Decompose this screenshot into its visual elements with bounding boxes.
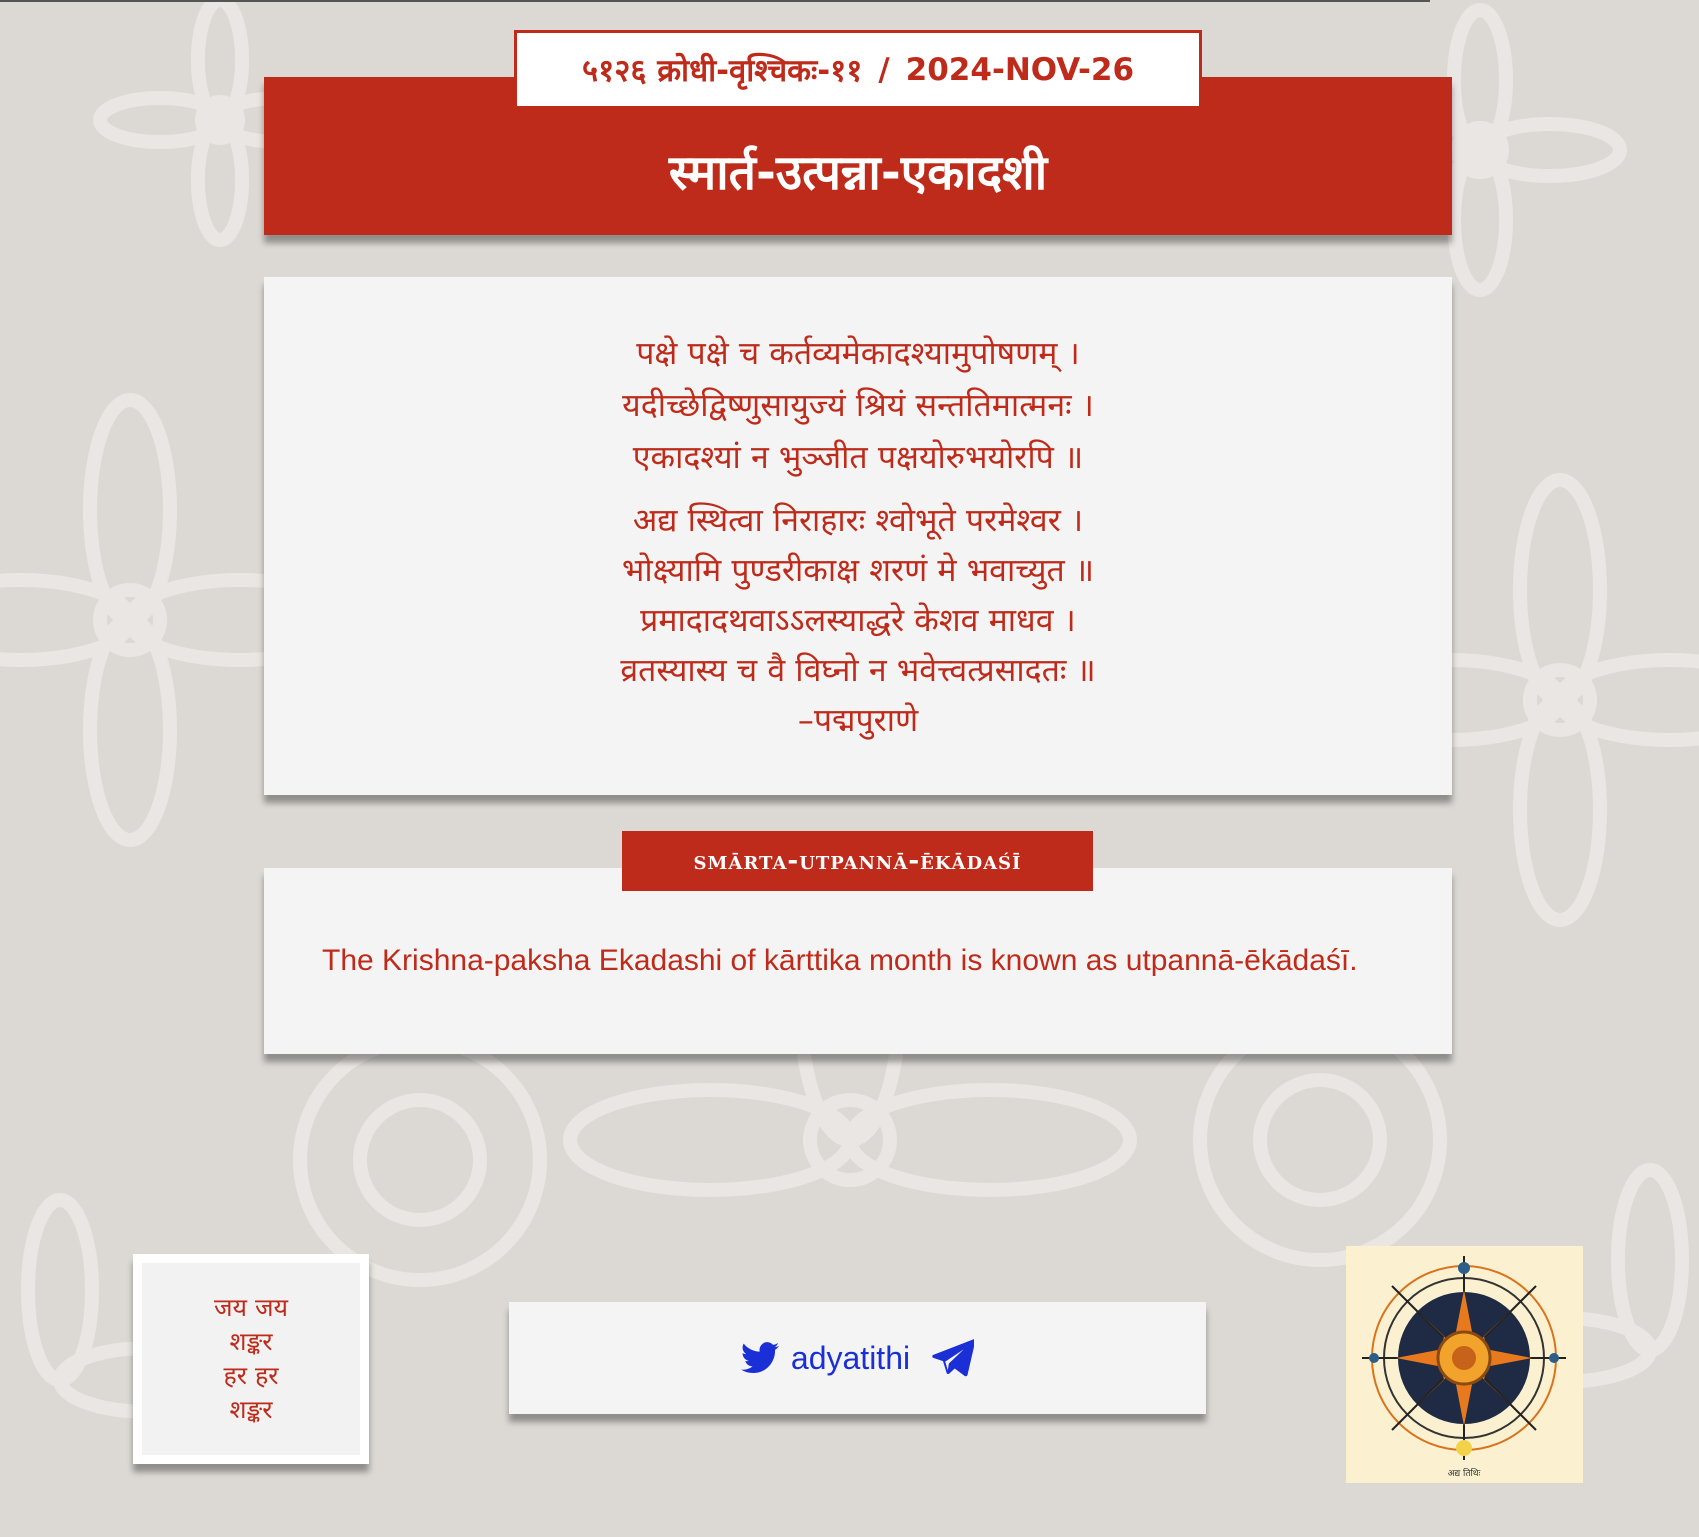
description-card: The Krishna-paksha Ekadashi of kārttika … xyxy=(264,868,1452,1054)
gregorian-date: 2024-NOV-26 xyxy=(905,51,1135,88)
jaya-line: शङ्कर xyxy=(229,1395,273,1424)
verse-line: पक्षे पक्षे च कर्तव्यमेकादश्यामुपोषणम् । xyxy=(636,334,1080,372)
date-separator: / xyxy=(878,51,890,88)
twitter-icon[interactable] xyxy=(740,1342,779,1374)
verse-stanza-2: अद्य स्थित्वा निराहारः श्वोभूते परमेश्वर… xyxy=(264,495,1452,745)
jaya-shankara-text: जय जय शङ्कर हर हर शङ्कर xyxy=(142,1263,360,1455)
date-box: ५१२६ क्रोधी-वृश्चिकः-११ / 2024-NOV-26 xyxy=(514,30,1202,109)
jaya-line: हर हर xyxy=(223,1361,279,1390)
logo-caption: अद्य तिथिः xyxy=(1448,1467,1481,1479)
top-border-line xyxy=(0,0,1430,2)
verse-source: –पद्मपुराणे xyxy=(797,701,919,739)
verse-line: अद्य स्थित्वा निराहारः श्वोभूते परमेश्वर… xyxy=(632,501,1084,539)
description-text: The Krishna-paksha Ekadashi of kārttika … xyxy=(322,944,1358,977)
verse-line: प्रमादादथवाऽऽलस्याद्धरे केशव माधव । xyxy=(640,601,1076,639)
adyatithi-logo: अद्य तिथिः xyxy=(1346,1246,1583,1483)
verse-line: एकादश्यां न भुञ्जीत पक्षयोरुभयोरपि ॥ xyxy=(632,438,1084,476)
jaya-line: जय जय xyxy=(213,1293,289,1322)
social-card: adyatithi xyxy=(509,1302,1206,1414)
samvat-date: ५१२६ क्रोधी-वृश्चिकः-११ xyxy=(581,52,863,89)
jaya-line: शङ्कर xyxy=(229,1327,273,1356)
verse-stanza-1: पक्षे पक्षे च कर्तव्यमेकादश्यामुपोषणम् ।… xyxy=(264,327,1452,483)
jaya-shankara-card: जय जय शङ्कर हर हर शङ्कर xyxy=(133,1254,369,1464)
page-title: स्मार्त-उत्पन्ना-एकादशी xyxy=(668,145,1048,201)
compass-sun-logo: अद्य तिथिः xyxy=(1362,1256,1566,1479)
verse-line: भोक्ष्यामि पुण्डरीकाक्ष शरणं मे भवाच्युत… xyxy=(621,551,1095,589)
section-badge: smārta-utpannā-ēkādaśī xyxy=(622,831,1093,891)
verse-card: पक्षे पक्षे च कर्तव्यमेकादश्यामुपोषणम् ।… xyxy=(264,277,1452,795)
social-handle[interactable]: adyatithi xyxy=(791,1340,910,1377)
telegram-icon[interactable] xyxy=(932,1339,975,1377)
verse-line: व्रतस्यास्य च वै विघ्नो न भवेत्त्वत्प्रस… xyxy=(620,651,1096,689)
verse-line: यदीच्छेद्विष्णुसायुज्यं श्रियं सन्ततिमात… xyxy=(622,386,1094,424)
